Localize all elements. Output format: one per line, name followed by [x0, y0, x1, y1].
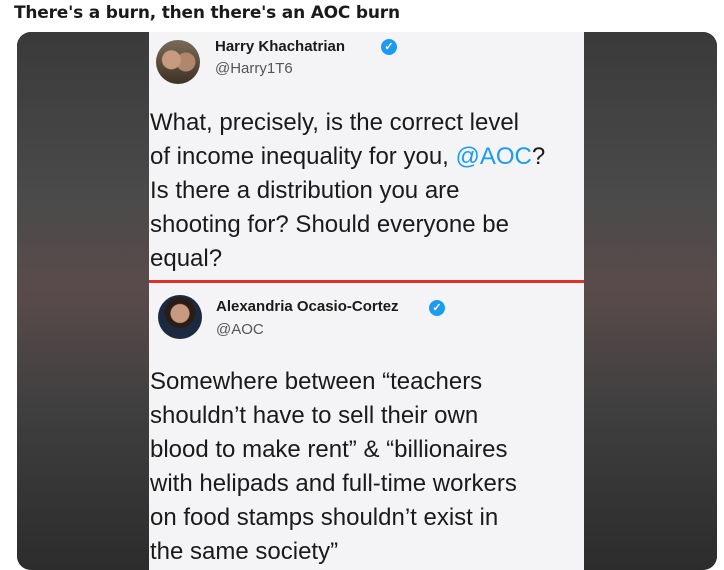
avatar-aoc: [158, 295, 202, 339]
tweet1-author-name: Harry Khachatrian: [215, 38, 346, 55]
verified-badge-icon: ✓: [429, 300, 445, 316]
blurred-backdrop-left: [17, 32, 149, 570]
verified-badge-icon: ✓: [381, 39, 397, 55]
post-title: There's a burn, then there's an AOC burn: [14, 3, 400, 23]
tweet1-handle: @Harry1T6: [215, 60, 293, 77]
divider-line: [149, 280, 584, 283]
mention-link: @AOC: [455, 143, 532, 170]
tweet2-handle: @AOC: [216, 321, 264, 338]
avatar-harry: [156, 40, 200, 84]
tweet-screenshot: Harry Khachatrian ✓ @Harry1T6 What, prec…: [149, 32, 584, 570]
tweet2-text: Somewhere between “teachers shouldn’t ha…: [150, 368, 517, 565]
blurred-backdrop-right: [584, 32, 717, 570]
tweet1-text: What, precisely, is the correct level of…: [150, 106, 584, 276]
tweet2-author-name: Alexandria Ocasio-Cortez: [216, 298, 399, 315]
post-image[interactable]: Harry Khachatrian ✓ @Harry1T6 What, prec…: [17, 32, 717, 570]
